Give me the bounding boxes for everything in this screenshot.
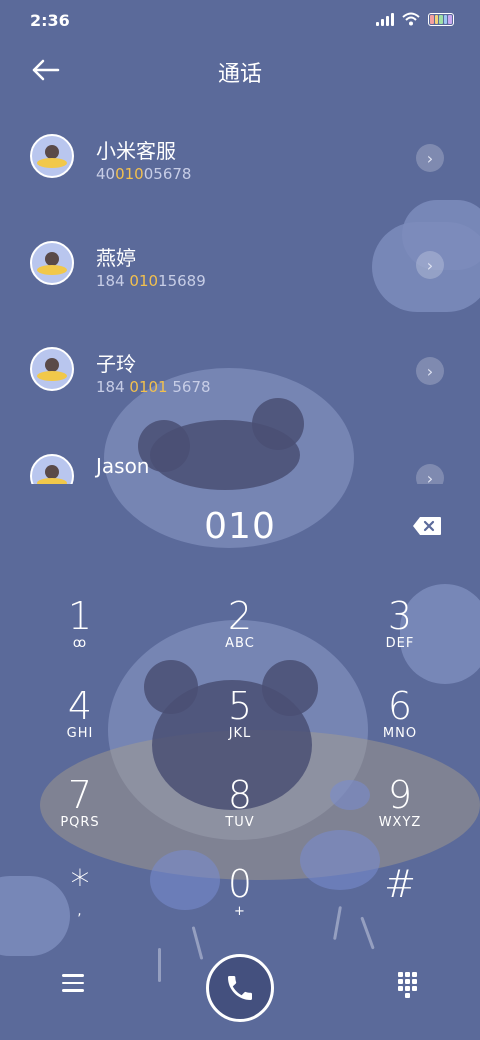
dial-key-7[interactable]: 7 PQRS	[20, 773, 140, 853]
menu-icon[interactable]	[62, 974, 84, 994]
dial-key-3[interactable]: 3 DEF	[340, 594, 460, 674]
contact-avatar	[30, 347, 74, 391]
dial-key-8[interactable]: 8 TUV	[180, 773, 300, 853]
contact-number: 184 01015689	[96, 272, 206, 290]
chevron-right-icon[interactable]: ›	[416, 464, 444, 484]
backspace-icon[interactable]	[412, 516, 442, 536]
header: 通话	[0, 46, 480, 94]
contact-name: 燕婷	[96, 246, 136, 270]
contact-name: 小米客服	[96, 139, 176, 163]
dial-key-9[interactable]: 9 WXYZ	[340, 773, 460, 853]
signal-icon	[376, 12, 394, 26]
dial-key-star[interactable]: *,	[20, 862, 140, 942]
battery-icon	[428, 12, 454, 26]
contact-name: 子玲	[96, 352, 136, 376]
dialed-number-display: 010	[204, 506, 276, 547]
wifi-icon	[402, 12, 420, 26]
contact-row[interactable]: 子玲 184 0101 5678 ›	[0, 317, 480, 417]
contact-avatar	[30, 454, 74, 484]
status-icons	[376, 12, 454, 26]
voicemail-icon: ꝏ	[72, 636, 88, 651]
chevron-right-icon[interactable]: ›	[416, 251, 444, 279]
contact-row[interactable]: Jason ›	[0, 424, 480, 484]
page-title: 通话	[217, 62, 262, 87]
dial-key-6[interactable]: 6 MNO	[340, 684, 460, 764]
contact-name: Jason	[96, 454, 150, 478]
dial-key-4[interactable]: 4 GHI	[20, 684, 140, 764]
contact-avatar	[30, 134, 74, 178]
dial-key-hash[interactable]: #	[340, 862, 460, 942]
dialpad-toggle-icon[interactable]	[398, 972, 420, 998]
chevron-right-icon[interactable]: ›	[416, 357, 444, 385]
dial-key-1[interactable]: 1ꝏ	[20, 594, 140, 674]
dial-key-0[interactable]: 0 +	[180, 862, 300, 942]
dial-key-2[interactable]: 2 ABC	[180, 594, 300, 674]
dial-key-5[interactable]: 5 JKL	[180, 684, 300, 764]
contact-row[interactable]: 燕婷 184 01015689 ›	[0, 211, 480, 311]
phone-icon	[228, 976, 252, 1000]
chevron-right-icon[interactable]: ›	[416, 144, 444, 172]
status-time: 2:36	[30, 11, 70, 30]
contact-number: 184 0101 5678	[96, 378, 211, 396]
contact-number: 4001005678	[96, 165, 192, 183]
contact-list[interactable]: 小米客服 4001005678 › 燕婷 184 01015689 › 子玲 1…	[0, 104, 480, 484]
call-button[interactable]	[206, 954, 274, 1022]
status-bar: 2:36	[0, 0, 480, 40]
contact-row[interactable]: 小米客服 4001005678 ›	[0, 104, 480, 204]
contact-avatar	[30, 241, 74, 285]
